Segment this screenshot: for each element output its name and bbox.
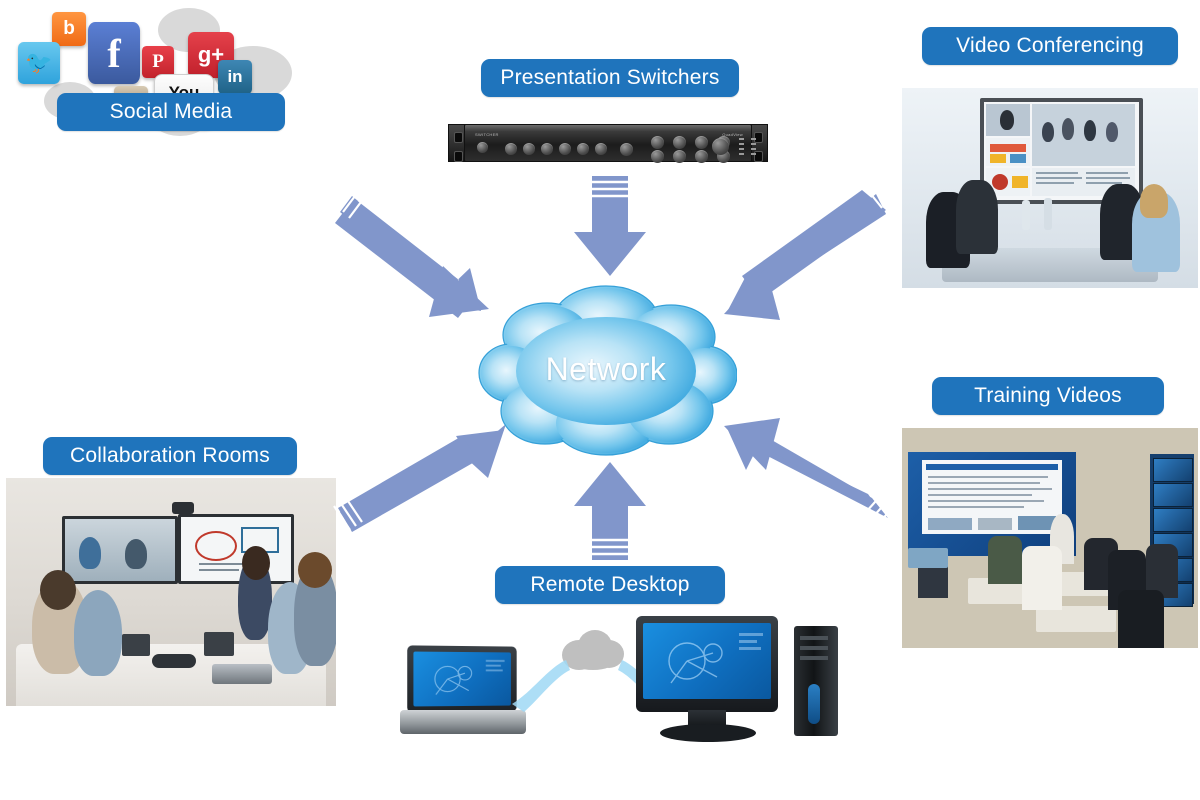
label-collaboration-rooms[interactable]: Collaboration Rooms <box>43 437 297 475</box>
arrow-training-videos-to-network <box>724 418 897 525</box>
arrow-presentation-switchers-to-network <box>574 176 646 276</box>
label-social-media[interactable]: Social Media <box>57 93 285 131</box>
network-cloud: Network <box>475 277 738 463</box>
diagram-canvas: Network Social Media b 🐦 f P g+ in Prese… <box>0 0 1200 800</box>
arrow-social-media-to-network <box>335 185 489 318</box>
arrow-remote-desktop-to-network <box>574 462 646 560</box>
network-cloud-label: Network <box>545 350 667 387</box>
label-remote-desktop[interactable]: Remote Desktop <box>495 566 725 604</box>
label-video-conferencing[interactable]: Video Conferencing <box>922 27 1178 65</box>
label-presentation-switchers[interactable]: Presentation Switchers <box>481 59 739 97</box>
label-training-videos[interactable]: Training Videos <box>932 377 1164 415</box>
arrow-video-conferencing-to-network <box>724 179 895 320</box>
